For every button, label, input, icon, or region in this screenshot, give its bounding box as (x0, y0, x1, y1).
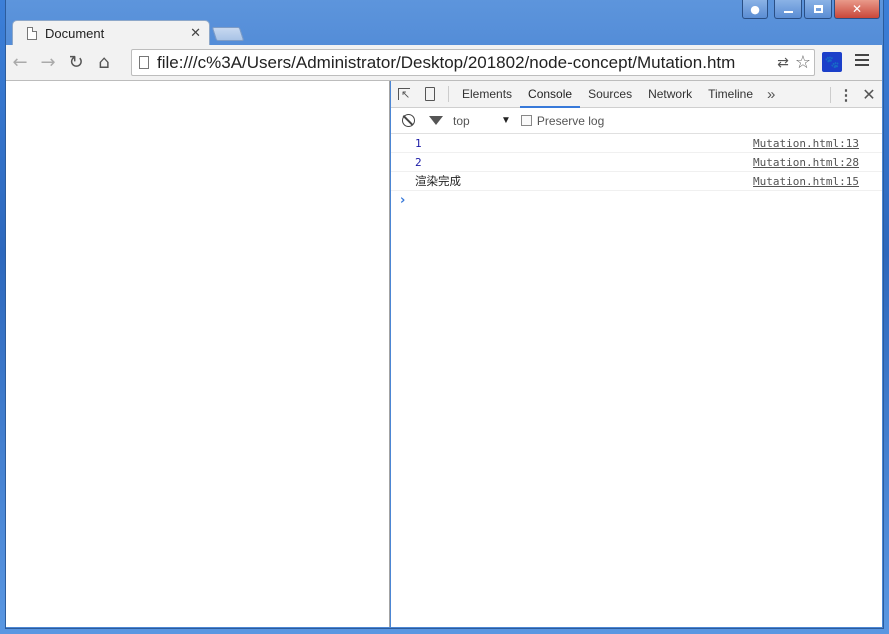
preserve-log-label[interactable]: Preserve log (537, 114, 604, 128)
close-window-button[interactable]: ✕ (834, 0, 880, 19)
context-select[interactable]: top (453, 114, 501, 128)
tab-elements[interactable]: Elements (454, 81, 520, 108)
console-entry: 2 Mutation.html:28 (391, 153, 882, 172)
tab-timeline[interactable]: Timeline (700, 81, 761, 108)
browser-tab[interactable]: Document ✕ (12, 20, 210, 46)
console-source-link[interactable]: Mutation.html:15 (753, 175, 859, 188)
prompt-icon: › (400, 193, 406, 208)
console-entry: 渲染完成 Mutation.html:15 (391, 172, 882, 191)
forward-button[interactable]: → (34, 49, 62, 77)
url-text[interactable]: file:///c%3A/Users/Administrator/Desktop… (157, 53, 774, 73)
devtools-tabbar: Elements Console Sources Network Timelin… (391, 81, 882, 108)
preserve-log-checkbox[interactable] (520, 115, 532, 126)
menu-icon[interactable] (855, 54, 869, 68)
tab-title: Document (45, 26, 105, 41)
minimize-button[interactable] (774, 0, 802, 19)
console-entry: 1 Mutation.html:13 (391, 134, 882, 153)
back-button[interactable]: ← (6, 49, 34, 77)
console-source-link[interactable]: Mutation.html:13 (753, 137, 859, 150)
divider (448, 86, 449, 102)
address-bar[interactable]: file:///c%3A/Users/Administrator/Desktop… (131, 49, 815, 76)
page-content (6, 81, 390, 627)
console-filterbar: top ▼ Preserve log (391, 108, 882, 134)
device-toolbar-button[interactable] (417, 81, 443, 107)
caption-buttons: ● ✕ (742, 0, 880, 20)
reload-button[interactable]: ↻ (62, 49, 90, 77)
page-icon (139, 56, 149, 69)
toolbar: ← → ↻ ⌂ file:///c%3A/Users/Administrator… (6, 45, 882, 81)
tab-network[interactable]: Network (640, 81, 700, 108)
clear-console-icon[interactable] (402, 114, 415, 127)
close-devtools-icon[interactable]: ✕ (856, 85, 882, 105)
filter-icon[interactable] (429, 116, 443, 125)
devtools-panel: Elements Console Sources Network Timelin… (391, 81, 882, 627)
divider (830, 86, 831, 103)
bookmark-star-icon[interactable]: ☆ (792, 52, 814, 73)
console-prompt[interactable]: › (391, 191, 882, 210)
maximize-button[interactable] (804, 0, 832, 19)
console-source-link[interactable]: Mutation.html:28 (753, 156, 859, 169)
translate-icon[interactable]: ⇄ (774, 55, 792, 71)
devtools-menu-icon[interactable]: ⋮ (836, 86, 856, 104)
tab-console[interactable]: Console (520, 81, 581, 108)
home-button[interactable]: ⌂ (90, 49, 118, 77)
more-tabs-icon[interactable]: » (761, 86, 781, 103)
page-icon (27, 27, 37, 40)
inspect-icon (398, 88, 410, 101)
device-icon (425, 87, 435, 101)
console-messages: 1 Mutation.html:13 2 Mutation.html:28 渲染… (391, 134, 882, 210)
close-tab-icon[interactable]: ✕ (190, 26, 201, 41)
chevron-down-icon[interactable]: ▼ (501, 115, 511, 126)
inspect-element-button[interactable] (391, 81, 417, 107)
user-icon[interactable]: ● (742, 0, 768, 19)
new-tab-button[interactable] (211, 27, 245, 41)
extension-icon[interactable]: 🐾 (822, 52, 842, 72)
tab-sources[interactable]: Sources (580, 81, 640, 108)
